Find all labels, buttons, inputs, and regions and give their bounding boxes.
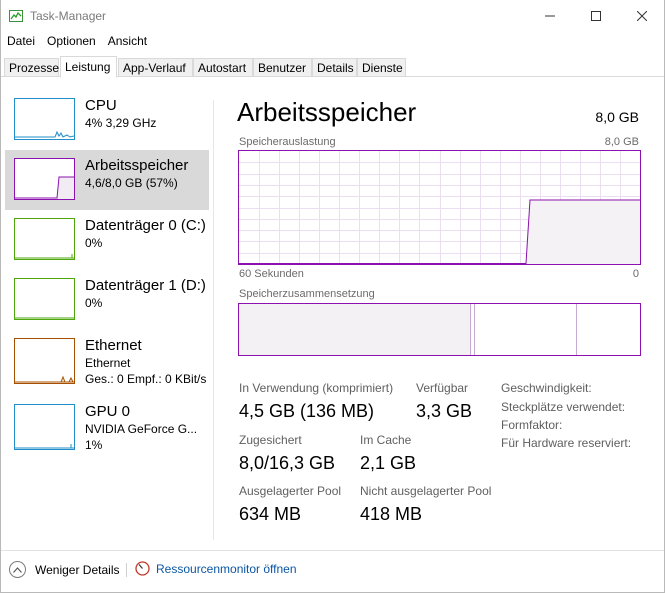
cached-label: Im Cache — [360, 433, 412, 447]
usage-chart-min: 0 — [632, 268, 639, 280]
fewer-details-button[interactable]: Weniger Details — [9, 561, 119, 578]
tab-dienste[interactable]: Dienste — [357, 58, 406, 77]
resource-sidebar: CPU 4% 3,29 GHz Arbeitsspeicher 4,6/8,0 … — [1, 78, 213, 542]
memory-usage-graph — [239, 151, 640, 264]
maximize-icon — [591, 11, 601, 21]
page-title: Arbeitsspeicher — [237, 97, 417, 127]
in-use-label: In Verwendung (komprimiert) — [239, 381, 394, 395]
chevron-up-icon — [9, 561, 26, 578]
sidebar-item-title: Datenträger 1 (D:) — [85, 277, 206, 294]
sidebar-item-detail: 1% — [85, 438, 103, 452]
fewer-details-label: Weniger Details — [35, 562, 120, 577]
form-factor-label: Formfaktor: — [501, 418, 563, 432]
sidebar-item-title: Arbeitsspeicher — [85, 157, 189, 174]
memory-thumbnail-graph — [14, 158, 75, 200]
disk-1-thumbnail-graph — [14, 278, 75, 320]
sidebar-item-subtitle: 4% 3,29 GHz — [85, 116, 157, 130]
cpu-thumbnail-graph — [14, 98, 75, 140]
speed-label: Geschwindigkeit: — [501, 381, 592, 395]
sidebar-item-arbeitsspeicher[interactable]: Arbeitsspeicher 4,6/8,0 GB (57%) — [5, 150, 209, 210]
close-button[interactable] — [619, 0, 665, 32]
minimize-icon — [545, 15, 555, 17]
usage-chart-label: Speicherauslastung — [239, 136, 336, 148]
sidebar-item-ethernet[interactable]: Ethernet Ethernet Ges.: 0 Empf.: 0 KBit/… — [5, 330, 209, 390]
hardware-reserved-label: Für Hardware reserviert: — [501, 436, 632, 450]
tab-strip: Prozesse Leistung App-Verlauf Autostart … — [1, 56, 664, 78]
sidebar-item-subtitle: 4,6/8,0 GB (57%) — [85, 176, 178, 190]
sidebar-item-detail: Ges.: 0 Empf.: 0 KBit/s — [85, 372, 207, 386]
available-label: Verfügbar — [416, 381, 469, 395]
close-icon — [637, 11, 647, 21]
composition-chart-label: Speicherzusammensetzung — [239, 288, 375, 300]
committed-label: Zugesichert — [239, 433, 302, 447]
footer: Weniger Details Ressourcenmonitor öffnen — [1, 550, 664, 590]
sidebar-item-subtitle: 0% — [85, 296, 103, 310]
memory-usage-chart — [238, 150, 641, 265]
task-manager-app-icon — [9, 10, 23, 22]
paged-pool-label: Ausgelagerter Pool — [239, 484, 342, 498]
sidebar-item-subtitle: 0% — [85, 236, 103, 250]
sidebar-item-title: Ethernet — [85, 337, 142, 354]
tab-details[interactable]: Details — [312, 58, 357, 77]
resource-monitor-icon — [135, 561, 150, 576]
menu-bar: Datei Optionen Ansicht — [1, 33, 153, 51]
slots-label: Steckplätze verwendet: — [501, 400, 626, 414]
sidebar-item-datentraeger-1[interactable]: Datenträger 1 (D:) 0% — [5, 270, 209, 330]
gpu-thumbnail-graph — [14, 404, 75, 450]
sidebar-item-gpu-0[interactable]: GPU 0 NVIDIA GeForce G... 1% — [5, 396, 209, 456]
sidebar-item-title: Datenträger 0 (C:) — [85, 217, 206, 234]
tab-prozesse[interactable]: Prozesse — [4, 58, 59, 77]
sidebar-item-cpu[interactable]: CPU 4% 3,29 GHz — [5, 90, 209, 150]
nonpaged-pool-value: 418 MB — [360, 504, 423, 524]
panel-divider — [213, 100, 214, 540]
menu-datei[interactable]: Datei — [1, 33, 41, 51]
sidebar-item-datentraeger-0[interactable]: Datenträger 0 (C:) 0% — [5, 210, 209, 270]
tab-autostart[interactable]: Autostart — [193, 58, 253, 77]
window-title: Task-Manager — [30, 9, 107, 23]
menu-optionen[interactable]: Optionen — [41, 33, 102, 51]
sidebar-item-title: CPU — [85, 97, 117, 114]
menu-ansicht[interactable]: Ansicht — [102, 33, 153, 51]
paged-pool-value: 634 MB — [239, 504, 302, 524]
tab-leistung[interactable]: Leistung — [60, 56, 117, 78]
tab-benutzer[interactable]: Benutzer — [253, 58, 312, 77]
title-bar: Task-Manager — [1, 0, 664, 32]
task-manager-window: Task-Manager Datei Optionen Ansicht Proz… — [0, 0, 665, 593]
cached-value: 2,1 GB — [360, 453, 417, 473]
usage-chart-max: 8,0 GB — [604, 136, 639, 148]
resource-monitor-link[interactable]: Ressourcenmonitor öffnen — [135, 561, 297, 576]
available-value: 3,3 GB — [416, 401, 473, 421]
sidebar-item-title: GPU 0 — [85, 403, 131, 420]
ethernet-thumbnail-graph — [14, 338, 75, 384]
footer-divider — [126, 563, 127, 577]
memory-composition-bar — [238, 303, 641, 356]
minimize-button[interactable] — [527, 0, 573, 32]
sidebar-item-subtitle: Ethernet — [85, 356, 131, 370]
tab-app-verlauf[interactable]: App-Verlauf — [118, 58, 193, 77]
maximize-button[interactable] — [573, 0, 619, 32]
in-use-value: 4,5 GB (136 MB) — [239, 401, 375, 421]
sidebar-item-subtitle: NVIDIA GeForce G... — [85, 422, 198, 436]
committed-value: 8,0/16,3 GB — [239, 453, 336, 473]
resource-monitor-label: Ressourcenmonitor öffnen — [156, 561, 297, 576]
total-memory: 8,0 GB — [595, 109, 639, 125]
nonpaged-pool-label: Nicht ausgelagerter Pool — [360, 484, 492, 498]
usage-time-label: 60 Sekunden — [239, 268, 304, 280]
disk-0-thumbnail-graph — [14, 218, 75, 260]
